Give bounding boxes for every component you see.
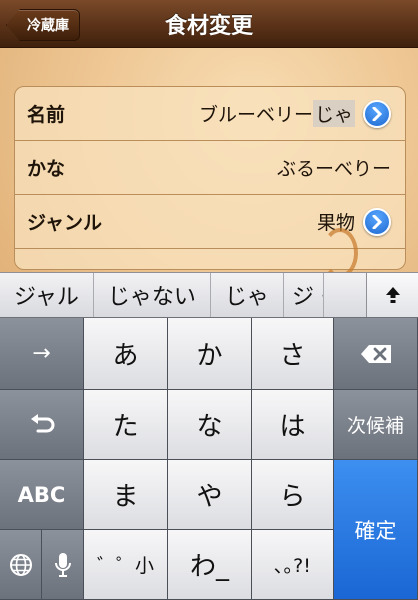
key-a[interactable]: あ [84, 318, 168, 390]
key-undo[interactable] [0, 390, 84, 460]
candidate-bar: ジャル じゃない じゃ ジ・ [0, 272, 418, 318]
undo-icon [30, 413, 54, 432]
key-abc[interactable]: ABC [0, 460, 84, 530]
kana-value[interactable]: ぶるーべりー [277, 154, 391, 181]
chevron-right-icon [372, 106, 383, 121]
genre-field[interactable]: 果物 [317, 207, 391, 236]
candidate-item[interactable]: ジャル [0, 273, 94, 317]
key-ha[interactable]: は [252, 390, 334, 460]
globe-icon [9, 553, 32, 576]
name-field[interactable]: ブルーベリー じゃ [198, 99, 391, 128]
backspace-icon [360, 344, 391, 363]
key-microphone[interactable] [42, 530, 84, 600]
key-ma[interactable]: ま [84, 460, 168, 530]
genre-disclosure-button[interactable] [363, 207, 391, 236]
key-ya[interactable]: や [168, 460, 252, 530]
key-na[interactable]: な [168, 390, 252, 460]
key-confirm[interactable]: 確定 [334, 460, 418, 600]
key-ka[interactable]: か [168, 318, 252, 390]
form-row-name[interactable]: 名前 ブルーベリー じゃ [15, 87, 405, 141]
key-punctuation[interactable]: ､｡?! [252, 530, 334, 600]
name-disclosure-button[interactable] [363, 99, 391, 128]
kana-label: かな [27, 158, 66, 180]
candidate-item[interactable]: ジ・ [284, 273, 324, 317]
key-backspace[interactable] [334, 318, 418, 390]
microphone-icon [54, 552, 71, 577]
genre-label: ジャンル [27, 212, 103, 234]
name-label: 名前 [27, 104, 66, 126]
name-value: ブルーベリー [198, 104, 313, 126]
navigation-bar: 冷蔵庫 食材変更 [0, 0, 418, 48]
key-arrow-right[interactable]: → [0, 318, 84, 390]
name-composing-text: じゃ [312, 100, 355, 127]
up-arrow-icon [385, 287, 400, 303]
japanese-keyboard: → あ か さ た な は 次候補 ABC ま や ら 確定 ゛゜小 わ_ ､｡… [0, 318, 418, 600]
key-dakuten-small[interactable]: ゛゜小 [84, 530, 168, 600]
content-area: 名前 ブルーベリー じゃ かな ぶるーべりー ジャンル 果物 [0, 48, 418, 272]
candidate-item[interactable]: じゃない [94, 273, 211, 317]
chevron-right-icon [372, 214, 383, 229]
key-wa[interactable]: わ_ [168, 530, 252, 600]
key-next-candidate[interactable]: 次候補 [334, 390, 418, 460]
decorative-swirl [322, 228, 358, 272]
key-sa[interactable]: さ [252, 318, 334, 390]
key-globe[interactable] [0, 530, 42, 600]
candidate-item[interactable]: じゃ [211, 273, 284, 317]
form-row-kana[interactable]: かな ぶるーべりー [15, 141, 405, 195]
key-ra[interactable]: ら [252, 460, 334, 530]
page-title: 食材変更 [164, 14, 253, 39]
candidate-expand-button[interactable] [366, 273, 418, 317]
key-ta[interactable]: た [84, 390, 168, 460]
